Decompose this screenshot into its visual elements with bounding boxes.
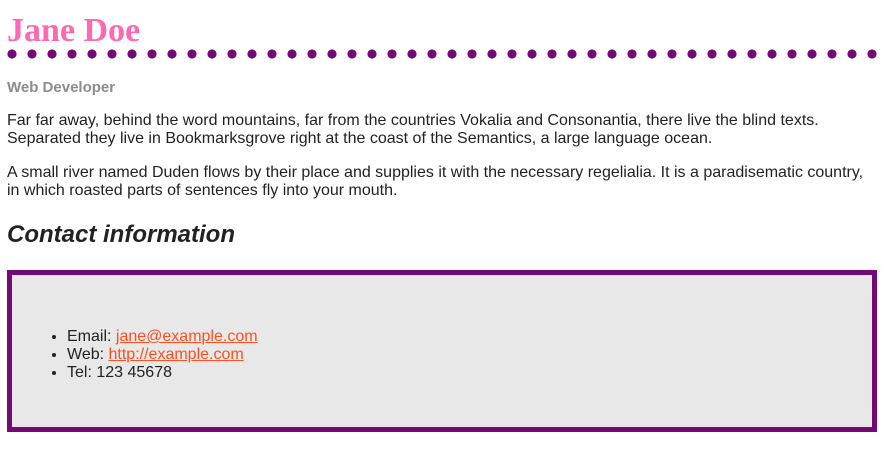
bio-paragraph-1: Far far away, behind the word mountains,…: [7, 112, 819, 147]
contact-box: Email: jane@example.com Web: http://exam…: [7, 270, 877, 432]
tel-label: Tel:: [67, 364, 92, 381]
contact-item-web: Web: http://example.com: [67, 346, 258, 364]
contact-list: Email: jane@example.com Web: http://exam…: [27, 328, 258, 382]
email-link[interactable]: jane@example.com: [116, 328, 258, 345]
profile-title: Web Developer: [7, 79, 116, 96]
dotted-divider: [7, 49, 877, 59]
contact-item-email: Email: jane@example.com: [67, 328, 258, 346]
email-label: Email:: [67, 328, 112, 345]
web-link[interactable]: http://example.com: [109, 346, 244, 363]
bio-paragraph-2: A small river named Duden flows by their…: [7, 164, 864, 199]
contact-heading: Contact information: [7, 221, 235, 248]
profile-name: Jane Doe: [7, 12, 141, 49]
profile-page: Jane Doe Web Developer Far far away, beh…: [7, 0, 877, 432]
contact-item-tel: Tel: 123 45678: [67, 364, 258, 382]
web-label: Web:: [67, 346, 105, 363]
tel-value: 123 45678: [96, 364, 172, 381]
